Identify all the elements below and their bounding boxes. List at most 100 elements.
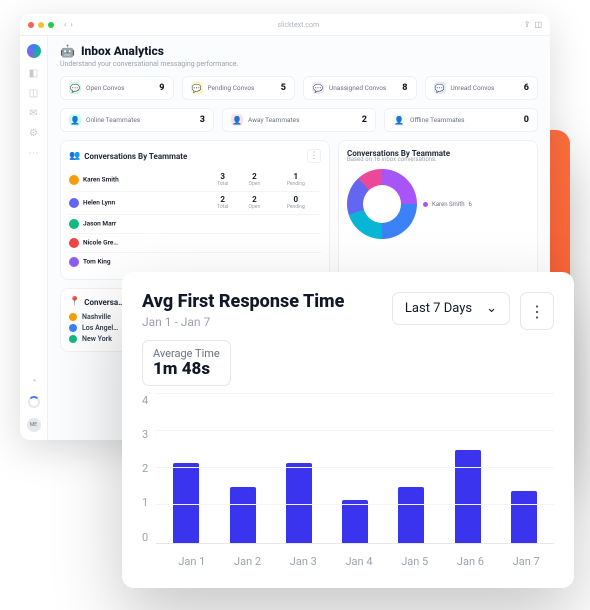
people-icon: 👥 — [69, 151, 80, 161]
stat-value: 2 — [362, 115, 367, 125]
y-tick: 0 — [142, 531, 148, 544]
date-range-select[interactable]: Last 7 Days ⌄ — [392, 292, 510, 325]
stat-card[interactable]: 👤 Away Teammates 2 — [222, 108, 376, 132]
bar[interactable] — [173, 463, 199, 543]
maximize-icon[interactable] — [48, 22, 54, 28]
nav-campaigns-icon[interactable]: ✉ — [29, 108, 39, 118]
share-icon[interactable]: ⇪ — [524, 20, 531, 29]
nav-contacts-icon[interactable]: ◫ — [29, 88, 39, 98]
stat-card[interactable]: 👤 Online Teammates 3 — [60, 108, 214, 132]
stat-row: 👤Online Teammates3👤Away Teammates2👤Offli… — [60, 108, 538, 132]
stat-label: Unread Convos — [451, 84, 519, 92]
y-tick: 3 — [142, 428, 148, 441]
legend-item: Karen Smith 6 — [423, 201, 472, 208]
legend-label: Karen Smith — [432, 201, 465, 208]
legend-value: 6 — [469, 201, 472, 208]
legend-dot-icon — [423, 202, 428, 207]
nav-forward-icon[interactable]: › — [70, 20, 72, 29]
bar[interactable] — [398, 487, 424, 543]
table-row[interactable]: Jason Marr — [69, 215, 321, 234]
teammates-donut-panel: Conversations By Teammate Based on 16 in… — [338, 140, 538, 280]
chevron-down-icon: ⌄ — [486, 301, 497, 316]
color-dot-icon — [69, 335, 77, 343]
teammates-table-panel: 👥 Conversations By Teammate ⋮ Karen Smit… — [60, 140, 330, 280]
x-tick: Jan 1 — [164, 555, 220, 568]
table-row[interactable]: Nicole Gre… — [69, 234, 321, 253]
panel-menu-button[interactable]: ⋮ — [307, 149, 321, 163]
bar[interactable] — [286, 463, 312, 543]
stat-row: 💬Open Convos9💬Pending Convos5💬Unassigned… — [60, 76, 538, 100]
donut-chart — [347, 169, 417, 239]
window-controls[interactable] — [28, 22, 54, 28]
nav-back-icon[interactable]: ‹ — [64, 20, 66, 29]
table-row[interactable]: Karen Smith3Total2Open1Pending — [69, 169, 321, 192]
stat-value: 8 — [402, 83, 407, 93]
x-tick: Jan 5 — [387, 555, 443, 568]
stat-icon: 👤 — [69, 114, 81, 126]
stat-label: Unassigned Convos — [329, 84, 397, 92]
stat-value: 3 — [200, 115, 205, 125]
url-bar[interactable]: slicktext.com — [77, 21, 520, 29]
avatar-icon — [69, 198, 79, 208]
stat-value: 9 — [159, 83, 164, 93]
bar[interactable] — [511, 491, 537, 543]
loading-spinner-icon — [28, 396, 40, 408]
nav-home-icon[interactable]: ◧ — [29, 68, 39, 78]
avatar-icon — [69, 238, 79, 248]
x-tick: Jan 6 — [443, 555, 499, 568]
tabs-icon[interactable]: ◫ — [534, 20, 542, 29]
minimize-icon[interactable] — [38, 22, 44, 28]
stat-card[interactable]: 👤Offline Teammates0 — [384, 108, 538, 132]
browser-chrome: ‹ › slicktext.com ⇪ ◫ — [20, 14, 550, 36]
bar-chart: 43210 — [142, 394, 554, 547]
analytics-icon: 🤖 — [60, 44, 75, 58]
stat-value: 6 — [524, 83, 529, 93]
nav-more-icon[interactable]: ⋯ — [29, 148, 39, 158]
stat-label: Open Convos — [86, 84, 154, 92]
stat-card[interactable]: 💬Pending Convos5 — [182, 76, 296, 100]
response-time-card: Avg First Response Time Jan 1 - Jan 7 La… — [122, 272, 574, 588]
stat-card[interactable]: 💬 Open Convos 9 — [60, 76, 174, 100]
notifications-icon[interactable]: ◔ — [29, 376, 39, 386]
stat-value: 5 — [281, 83, 286, 93]
page-subtitle: Understand your conversational messaging… — [60, 60, 538, 68]
plot-area — [156, 394, 554, 544]
stat-card[interactable]: 💬Unread Convos6 — [425, 76, 539, 100]
select-value: Last 7 Days — [405, 301, 472, 316]
avatar-icon — [69, 219, 79, 229]
color-dot-icon — [69, 324, 77, 332]
page-title: Inbox Analytics — [81, 44, 164, 58]
stat-icon: 👤 — [231, 114, 243, 126]
avatar[interactable]: ME — [27, 418, 41, 432]
card-menu-button[interactable]: ⋮ — [520, 292, 554, 330]
x-tick: Jan 7 — [498, 555, 554, 568]
y-axis: 43210 — [142, 394, 148, 544]
bar[interactable] — [230, 487, 256, 543]
app-logo-icon[interactable] — [27, 44, 41, 58]
nav-automations-icon[interactable]: ⚙ — [29, 128, 39, 138]
bar[interactable] — [455, 450, 481, 543]
panel-title: Conversations By Teammate — [84, 152, 307, 161]
stat-label: Offline Teammates — [410, 116, 519, 124]
table-row[interactable]: Tom King — [69, 253, 321, 272]
x-tick: Jan 2 — [220, 555, 276, 568]
table-row[interactable]: Helen Lynn2Total2Open0Pending — [69, 192, 321, 215]
stat-card[interactable]: 💬 Unassigned Convos 8 — [303, 76, 417, 100]
stat-label: Away Teammates — [248, 116, 357, 124]
y-tick: 1 — [142, 496, 148, 509]
bar[interactable] — [342, 500, 368, 543]
average-time-pill: Average Time 1m 48s — [142, 340, 231, 386]
y-tick: 4 — [142, 394, 148, 407]
x-axis: Jan 1Jan 2Jan 3Jan 4Jan 5Jan 6Jan 7 — [142, 555, 554, 568]
card-date-range: Jan 1 - Jan 7 — [142, 315, 382, 329]
app-sidebar: ◧ ◫ ✉ ⚙ ⋯ ◔ ME — [20, 36, 48, 440]
stat-label: Online Teammates — [86, 116, 195, 124]
avatar-icon — [69, 257, 79, 267]
x-tick: Jan 3 — [275, 555, 331, 568]
stat-value: 0 — [524, 115, 529, 125]
stat-icon: 💬 — [312, 82, 324, 94]
stat-label: Pending Convos — [208, 84, 276, 92]
stat-icon: 💬 — [69, 82, 81, 94]
card-title: Avg First Response Time — [142, 292, 382, 313]
close-icon[interactable] — [28, 22, 34, 28]
